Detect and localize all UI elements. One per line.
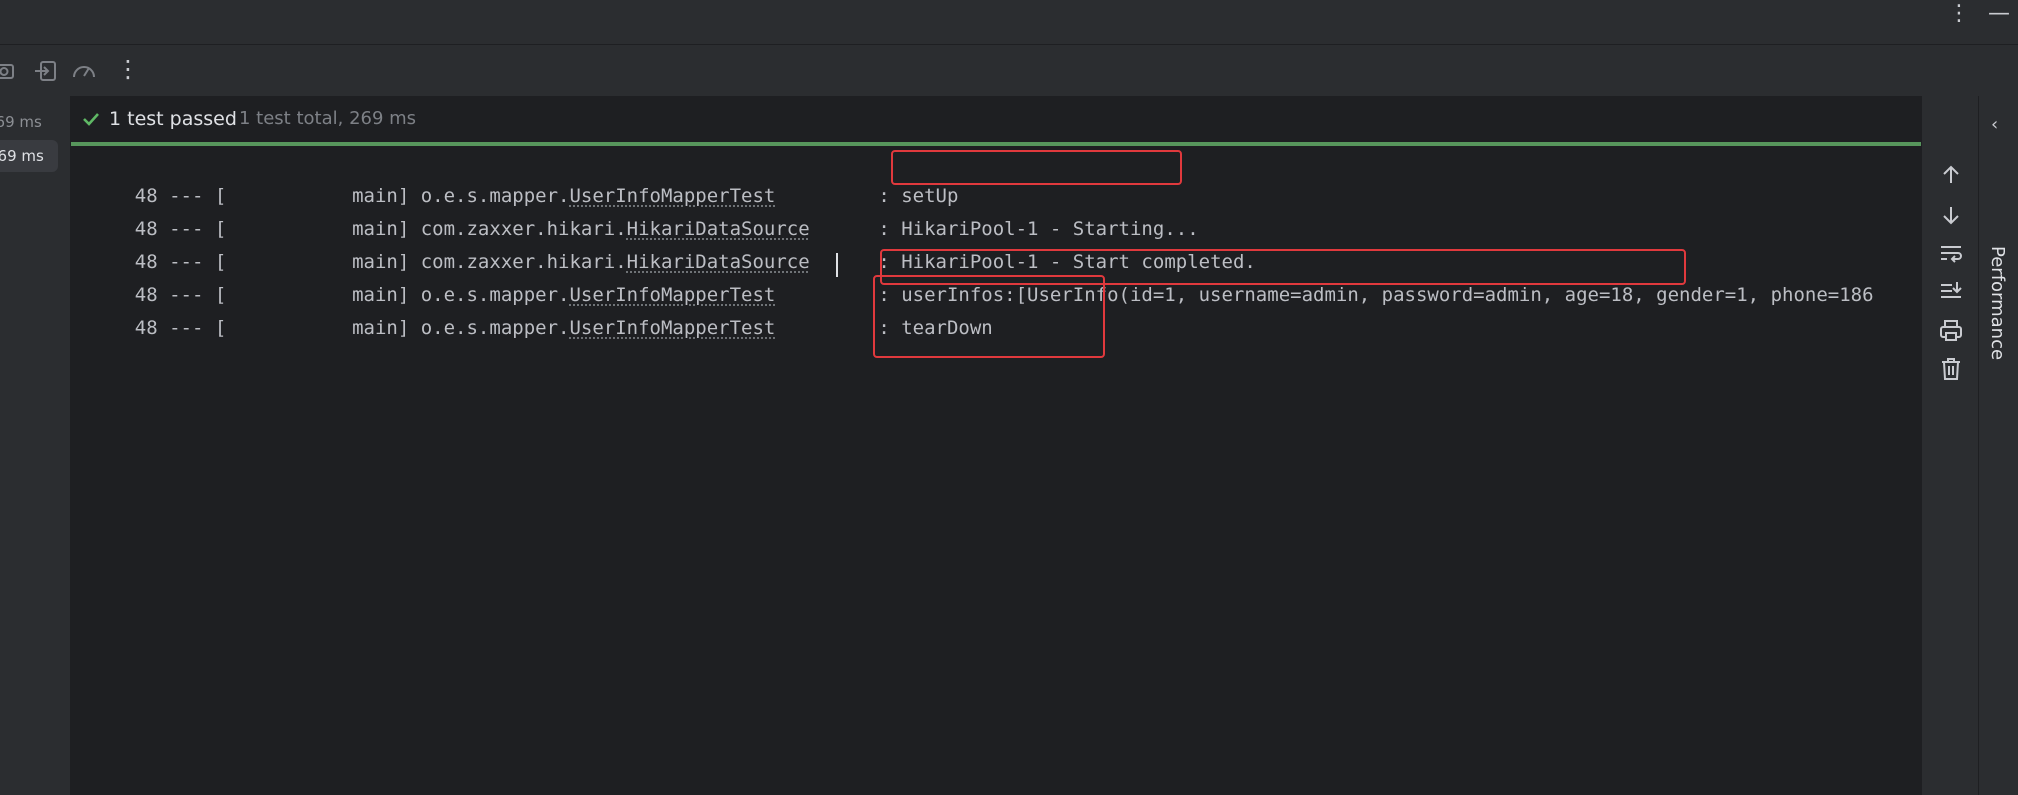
tests-passed-label: 1 test passed (109, 108, 237, 130)
camera-icon[interactable] (0, 59, 18, 83)
test-tree-row-selected[interactable]: 269 ms (0, 140, 58, 172)
soft-wrap-icon[interactable] (1938, 240, 1964, 266)
log-line: 48 --- [ main] o.e.s.mapper.UserInfoMapp… (134, 317, 993, 339)
annotation-box-setup (891, 150, 1182, 185)
scroll-to-end-icon[interactable] (1938, 278, 1964, 304)
trash-icon[interactable] (1938, 356, 1964, 382)
chevron-left-icon[interactable]: ‹ (1991, 114, 1998, 135)
arrow-up-icon[interactable] (1938, 162, 1964, 188)
log-class-link[interactable]: UserInfoMapperTest (569, 317, 775, 339)
text-cursor (836, 253, 838, 277)
console-output[interactable]: 48 --- [ main] o.e.s.mapper.UserInfoMapp… (71, 146, 1921, 795)
tests-total-label: 1 test total, 269 ms (239, 108, 417, 129)
test-status-bar: 1 test passed 1 test total, 269 ms (71, 96, 1921, 142)
speedometer-icon[interactable] (71, 59, 97, 83)
test-tree-row[interactable]: 269 ms (0, 106, 56, 138)
performance-tab[interactable]: Performance (1987, 246, 2008, 360)
test-duration: 269 ms (0, 147, 44, 165)
print-icon[interactable] (1938, 318, 1964, 344)
test-tree-panel: 269 ms 269 ms (0, 96, 71, 795)
more-options-icon[interactable]: ⋮ (1948, 0, 1970, 28)
log-line: 48 --- [ main] o.e.s.mapper.UserInfoMapp… (134, 185, 959, 207)
annotation-box-teardown (873, 275, 1105, 358)
test-duration: 269 ms (0, 113, 42, 131)
run-toolbar: ⋮ (0, 45, 2018, 97)
log-line: 48 --- [ main] com.zaxxer.hikari.HikariD… (134, 251, 1256, 273)
minimize-icon[interactable]: — (1988, 0, 2010, 28)
arrow-down-icon[interactable] (1938, 202, 1964, 228)
import-icon[interactable] (33, 59, 59, 83)
more-actions-icon[interactable]: ⋮ (116, 55, 140, 83)
check-icon (83, 113, 99, 126)
title-bar: ⋮ — (0, 0, 2018, 45)
console-actions-strip (1921, 96, 1978, 795)
right-tool-sidebar: ‹ Performance (1978, 96, 2018, 795)
